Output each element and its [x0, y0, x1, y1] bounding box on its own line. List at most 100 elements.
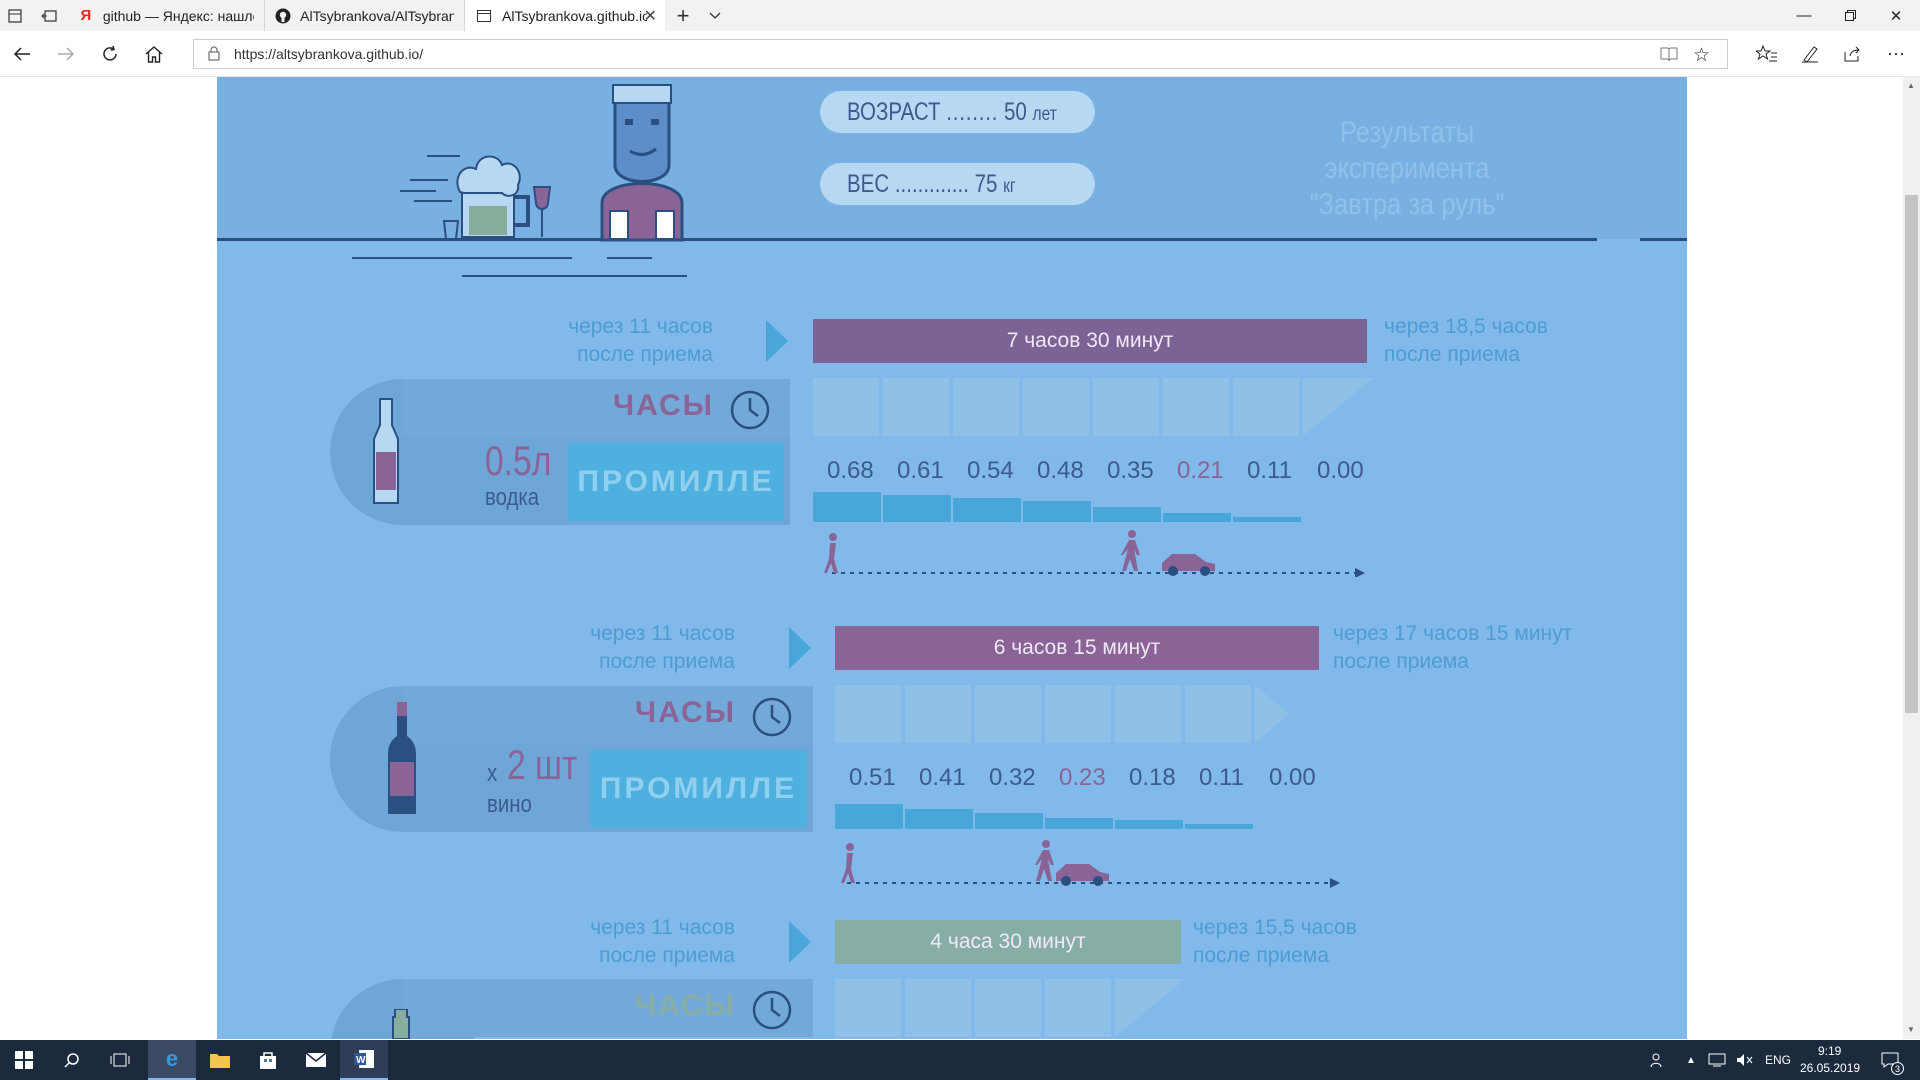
hour-cell: [1045, 685, 1111, 743]
mail-icon[interactable]: [292, 1040, 340, 1080]
promille-value: 0.00: [1317, 457, 1364, 484]
experiment-title-line2: "Завтра за руль": [1309, 188, 1505, 221]
promille-value: 0.48: [1037, 457, 1084, 484]
task-view-icon[interactable]: [96, 1040, 144, 1080]
promille-value: 0.61: [897, 457, 944, 484]
refresh-icon[interactable]: [88, 31, 132, 77]
hour-cell: [835, 979, 901, 1037]
set-tabs-aside-icon[interactable]: [34, 0, 64, 31]
back-arrow-icon[interactable]: [0, 31, 44, 77]
action-center-icon[interactable]: 3: [1870, 1040, 1910, 1080]
age-dots: ........: [946, 97, 999, 126]
sober-end-note: через 17 часов 15 минут после приема: [1333, 620, 1572, 676]
promille-bar: [883, 495, 951, 522]
promille-value: 0.11: [1199, 764, 1244, 791]
yandex-icon: Я: [80, 7, 92, 24]
scroll-up-icon[interactable]: ▲: [1907, 81, 1915, 90]
note-line: через 11 часов: [590, 916, 735, 939]
note-line: после приема: [577, 343, 713, 366]
sober-start-note: через 11 часов после приема: [535, 914, 735, 970]
bar-scene-illustration: [352, 84, 687, 277]
windows-taskbar: e W ▲ ENG 9:19 26.05.2019 3: [0, 1040, 1920, 1080]
reading-view-icon[interactable]: [1660, 46, 1678, 67]
arrow-right-icon: [789, 627, 811, 669]
clock-icon: [730, 390, 770, 430]
clock-time[interactable]: 9:19: [1818, 1044, 1841, 1058]
promille-label-text: ПРОМИЛЛЕ: [599, 772, 798, 805]
drink-quantity: 0.5л: [485, 437, 552, 484]
tab-active-page[interactable]: AlTsybrankova.github.io ✕: [465, 0, 665, 31]
scrollbar-thumb[interactable]: [1905, 195, 1918, 713]
hour-cell: [813, 378, 879, 436]
more-options-icon[interactable]: ⋯: [1874, 31, 1918, 77]
favorites-list-icon[interactable]: [1745, 31, 1789, 77]
windows-start-icon[interactable]: [0, 1040, 48, 1080]
man-character-icon: [600, 84, 684, 242]
pen-notes-icon[interactable]: [1788, 31, 1832, 77]
minimize-icon[interactable]: —: [1781, 0, 1827, 31]
hour-cell: [1045, 979, 1111, 1037]
drink-name: водка: [485, 484, 540, 511]
header-divider: [1640, 238, 1687, 241]
promille-bar: [1093, 507, 1161, 522]
url-field[interactable]: https://altsybrankova.github.io/ ☆: [193, 39, 1728, 69]
hour-cell: [1115, 685, 1181, 743]
close-tab-icon[interactable]: ✕: [644, 6, 657, 26]
restore-icon[interactable]: [1827, 0, 1873, 31]
hour-cell: [975, 685, 1041, 743]
tab-label: AlTsybrankova/AlTsybranko: [300, 7, 454, 24]
network-icon[interactable]: [1704, 1040, 1730, 1080]
promille-bar: [1023, 501, 1091, 522]
tab-yandex[interactable]: Я github — Яндекс: нашлось: [68, 0, 265, 31]
wine-glass-icon: [532, 186, 552, 237]
tab-github-repo[interactable]: AlTsybrankova/AlTsybranko: [265, 0, 465, 31]
edge-browser-icon[interactable]: e: [148, 1040, 196, 1080]
page-scrollbar[interactable]: ▲ ▼: [1903, 77, 1920, 1039]
people-icon[interactable]: [1640, 1040, 1676, 1080]
new-tab-icon[interactable]: +: [668, 0, 698, 31]
promille-value: 0.23: [1059, 764, 1106, 791]
page-icon: [475, 7, 493, 25]
promille-value: 0.18: [1129, 764, 1176, 791]
share-icon[interactable]: [1831, 31, 1875, 77]
forward-arrow-icon[interactable]: [44, 31, 88, 77]
promille-label: ПРОМИЛЛЕ: [590, 750, 807, 828]
chevron-down-icon[interactable]: [700, 0, 730, 31]
walking-person-icon: [1121, 530, 1140, 571]
promille-value: 0.68: [827, 457, 874, 484]
clock-icon: [752, 697, 792, 737]
lock-icon: [208, 46, 220, 66]
promille-bar: [1185, 826, 1253, 829]
tab-label: AlTsybrankova.github.io: [502, 7, 647, 24]
language-indicator[interactable]: ENG: [1765, 1053, 1791, 1067]
sober-start-note: через 11 часов после приема: [535, 313, 713, 369]
car-icon: [1162, 554, 1215, 576]
address-toolbar: https://altsybrankova.github.io/ ☆ ⋯: [0, 31, 1920, 77]
hour-cell: [835, 685, 901, 743]
volume-muted-icon[interactable]: [1732, 1040, 1758, 1080]
experiment-title-line1: Результаты эксперимента: [1324, 116, 1490, 185]
arrow-right-icon: [766, 320, 788, 362]
age-pill: ВОЗРАСТ ........ 50 лет: [820, 91, 1095, 133]
age-unit: лет: [1032, 103, 1057, 125]
tray-chevron-up-icon[interactable]: ▲: [1680, 1040, 1702, 1080]
home-icon[interactable]: [132, 31, 176, 77]
sobriety-timeline: [841, 840, 1340, 888]
clock-date[interactable]: 26.05.2019: [1800, 1061, 1860, 1075]
promille-bar: [1163, 513, 1231, 522]
favorite-star-icon[interactable]: ☆: [1693, 44, 1710, 67]
promille-value: 0.41: [919, 764, 966, 791]
drink-name: вино: [487, 791, 532, 818]
vodka-bottle-icon: [373, 398, 399, 504]
promille-bar: [1115, 820, 1183, 829]
store-icon[interactable]: [244, 1040, 292, 1080]
file-explorer-icon[interactable]: [196, 1040, 244, 1080]
scroll-down-icon[interactable]: ▼: [1907, 1025, 1915, 1034]
time-bar-label: 4 часа 30 минут: [930, 930, 1086, 953]
search-icon[interactable]: [48, 1040, 96, 1080]
tab-preview-icon[interactable]: [0, 0, 30, 31]
close-window-icon[interactable]: ✕: [1873, 0, 1919, 31]
note-line: после приема: [1193, 944, 1329, 967]
word-icon[interactable]: W: [340, 1040, 388, 1080]
note-line: после приема: [599, 650, 735, 673]
